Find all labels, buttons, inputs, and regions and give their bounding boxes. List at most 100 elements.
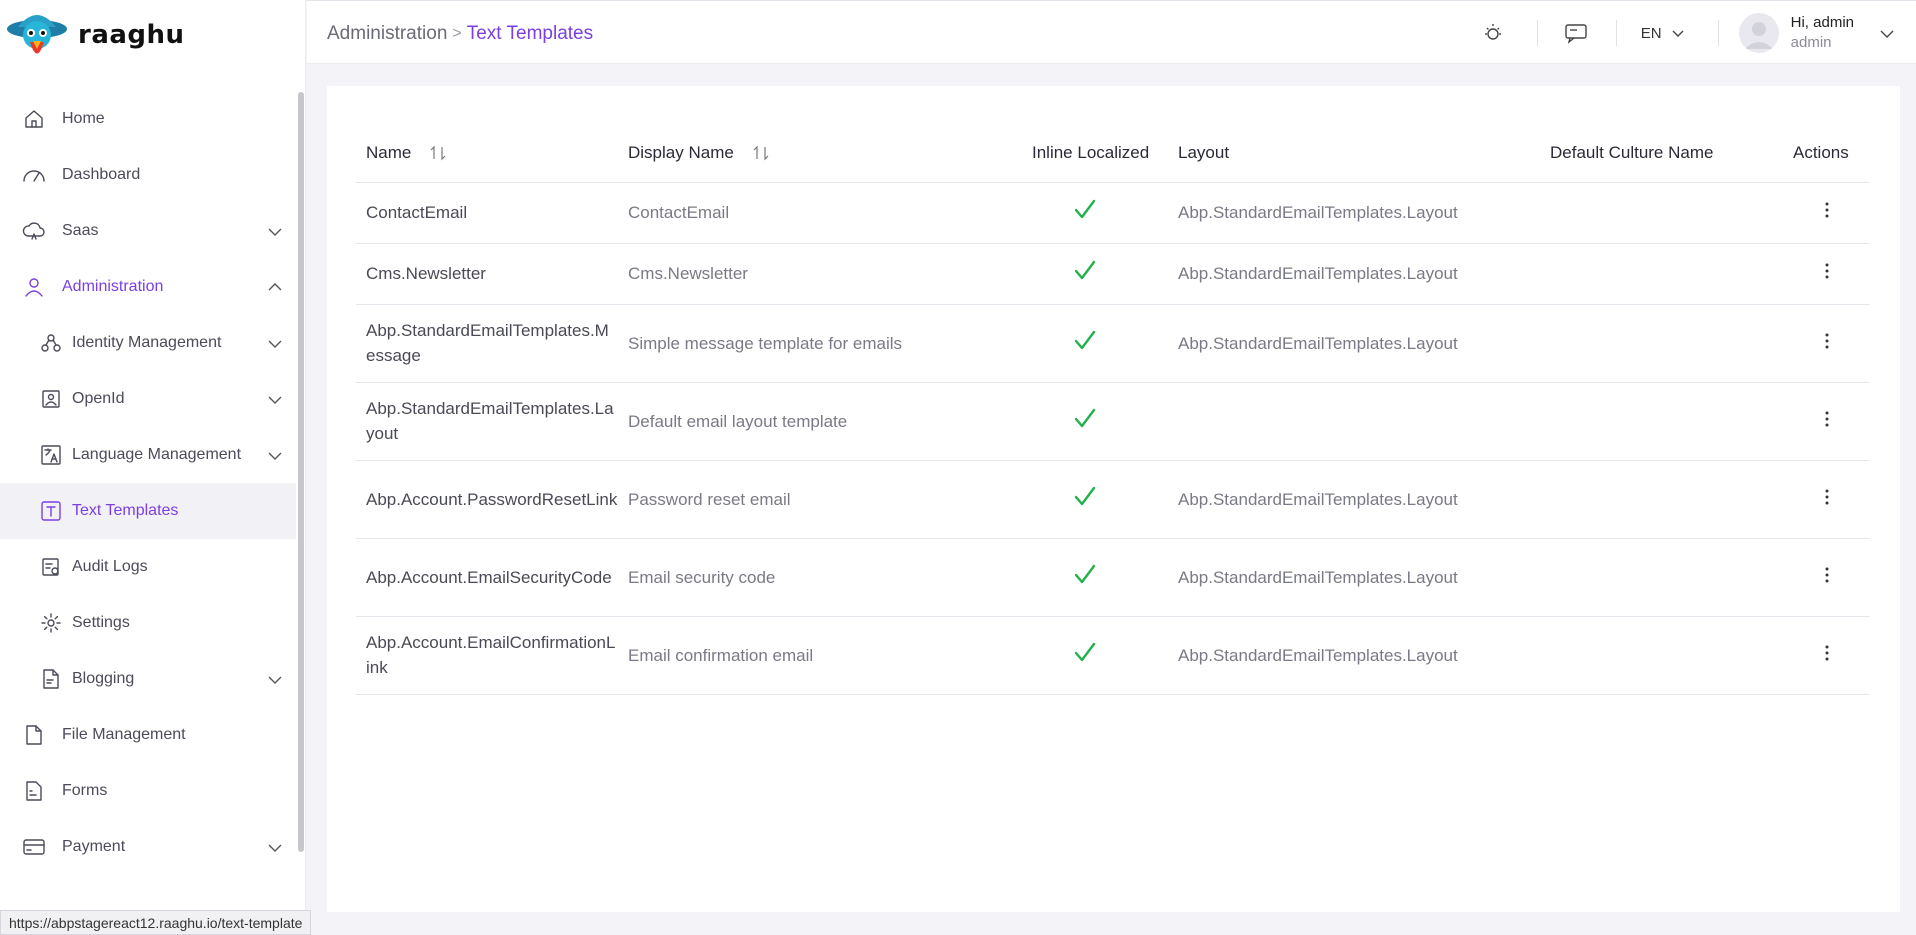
breadcrumb-parent[interactable]: Administration xyxy=(327,23,447,45)
cell-actions xyxy=(1783,616,1870,695)
sidebar-item-label: Payment xyxy=(62,838,126,855)
sidebar-item-forms[interactable]: Forms xyxy=(0,763,296,819)
check-icon xyxy=(1073,562,1097,586)
sidebar-item-label: Identity Management xyxy=(72,334,222,351)
user-icon xyxy=(22,275,46,299)
cell-default-culture-name xyxy=(1540,382,1783,461)
column-header-inline-localized: Inline Localized xyxy=(1002,124,1168,183)
gear-icon xyxy=(39,611,63,635)
sidebar-item-home[interactable]: Home xyxy=(0,91,296,147)
more-actions-icon[interactable] xyxy=(1824,409,1830,426)
sidebar-item-label: Dashboard xyxy=(62,166,141,183)
user-menu[interactable]: Hi, admin admin xyxy=(1738,13,1896,53)
chevron-down-icon[interactable] xyxy=(1878,24,1896,42)
sidebar-item-payment[interactable]: Payment xyxy=(0,819,296,875)
cell-default-culture-name xyxy=(1540,243,1783,305)
sidebar-item-openid[interactable]: OpenId xyxy=(0,371,296,427)
sort-icon[interactable] xyxy=(753,144,769,162)
sidebar-item-language-management[interactable]: Language Management xyxy=(0,427,296,483)
table-row[interactable]: ContactEmail ContactEmail Abp.StandardEmai… xyxy=(356,182,1870,244)
form-icon xyxy=(22,779,46,803)
divider xyxy=(1536,20,1538,46)
chevron-down-icon[interactable] xyxy=(266,334,284,352)
cell-default-culture-name xyxy=(1540,182,1783,244)
gauge-icon xyxy=(22,163,46,187)
column-header-name[interactable]: Name xyxy=(356,124,618,183)
sidebar-item-label: Administration xyxy=(62,278,164,295)
sidebar-item-file-management[interactable]: File Management xyxy=(0,707,296,763)
cell-display-name: Password reset email xyxy=(618,460,1002,539)
more-actions-icon[interactable] xyxy=(1824,261,1830,279)
column-header-default-culture-name: Default Culture Name xyxy=(1540,124,1783,183)
text-templates-table: Name Display Name Inline Localized Layou… xyxy=(356,124,1870,695)
chevron-down-icon[interactable] xyxy=(266,446,284,464)
sidebar-item-identity-management[interactable]: Identity Management xyxy=(0,315,296,371)
text-template-icon xyxy=(39,499,63,523)
table-row[interactable]: Abp.StandardEmailTemplates.Layout Default… xyxy=(356,382,1870,461)
sidebar-item-saas[interactable]: Saas xyxy=(0,203,296,259)
table-row[interactable]: Abp.Account.EmailConfirmationLink Email c… xyxy=(356,616,1870,695)
cell-display-name: Simple message template for emails xyxy=(618,304,1002,383)
sidebar-item-audit-logs[interactable]: Audit Logs xyxy=(0,539,296,595)
sidebar-item-label: Saas xyxy=(62,222,99,239)
users-network-icon xyxy=(39,331,63,355)
cell-name: Abp.Account.EmailConfirmationLink xyxy=(356,616,618,695)
chevron-down-icon[interactable] xyxy=(266,670,284,688)
sidebar-item-blogging[interactable]: Blogging xyxy=(0,651,296,707)
brand[interactable]: raaghu xyxy=(0,0,306,70)
sidebar-item-dashboard[interactable]: Dashboard xyxy=(0,147,296,203)
breadcrumb-current: Text Templates xyxy=(466,23,594,44)
table-row[interactable]: Abp.Account.PasswordResetLink Password re… xyxy=(356,460,1870,539)
cell-layout: Abp.StandardEmailTemplates.Layout xyxy=(1168,460,1540,539)
sidebar: raaghu Home Dashboard Saas Administration Id… xyxy=(0,0,306,935)
chevron-down-icon[interactable] xyxy=(266,838,284,856)
sort-icon[interactable] xyxy=(430,144,446,162)
theme-sun-icon[interactable] xyxy=(1481,21,1505,45)
text-templates-card: Name Display Name Inline Localized Layou… xyxy=(327,86,1900,912)
sidebar-nav: Home Dashboard Saas Administration Identity … xyxy=(0,91,296,875)
brand-name: raaghu xyxy=(78,20,185,50)
cell-name: Abp.StandardEmailTemplates.Layout xyxy=(356,382,618,461)
check-icon xyxy=(1073,406,1097,430)
sidebar-item-label: Settings xyxy=(72,614,130,631)
cell-default-culture-name xyxy=(1540,304,1783,383)
cell-name: ContactEmail xyxy=(356,182,618,244)
check-icon xyxy=(1073,197,1097,221)
avatar[interactable] xyxy=(1738,13,1779,53)
chevron-down-icon[interactable] xyxy=(266,390,284,408)
cell-layout: Abp.StandardEmailTemplates.Layout xyxy=(1168,538,1540,617)
home-icon xyxy=(22,107,46,131)
check-icon xyxy=(1073,484,1097,508)
sidebar-item-text-templates[interactable]: Text Templates xyxy=(0,483,296,539)
sidebar-scrollbar[interactable] xyxy=(298,92,304,852)
sidebar-item-administration[interactable]: Administration xyxy=(0,259,296,315)
cell-layout: Abp.StandardEmailTemplates.Layout xyxy=(1168,182,1540,244)
chevron-up-icon[interactable] xyxy=(266,278,284,296)
cell-default-culture-name xyxy=(1540,616,1783,695)
sidebar-item-label: OpenId xyxy=(72,390,125,407)
breadcrumb-separator: > xyxy=(452,25,462,42)
user-greeting: Hi, admin xyxy=(1790,14,1854,31)
cell-display-name: Cms.Newsletter xyxy=(618,243,1002,305)
column-header-actions: Actions xyxy=(1783,124,1870,183)
cell-default-culture-name xyxy=(1540,460,1783,539)
status-bar-url: https://abpstagereact12.raaghu.io/text-t… xyxy=(0,910,312,935)
table-row[interactable]: Abp.StandardEmailTemplates.Message Simple… xyxy=(356,304,1870,383)
column-header-layout: Layout xyxy=(1168,124,1540,183)
language-selector[interactable]: EN xyxy=(1641,25,1686,42)
more-actions-icon[interactable] xyxy=(1824,331,1830,348)
more-actions-icon[interactable] xyxy=(1824,565,1830,582)
chevron-down-icon[interactable] xyxy=(266,222,284,240)
more-actions-icon[interactable] xyxy=(1824,487,1830,504)
sidebar-item-settings[interactable]: Settings xyxy=(0,595,296,651)
more-actions-icon[interactable] xyxy=(1824,643,1830,660)
more-actions-icon[interactable] xyxy=(1824,200,1830,218)
sidebar-item-label: Text Templates xyxy=(72,502,179,519)
column-header-display-name[interactable]: Display Name xyxy=(618,124,1002,183)
table-body: ContactEmail ContactEmail Abp.StandardEmai… xyxy=(356,182,1870,695)
cell-actions xyxy=(1783,182,1870,244)
table-row[interactable]: Abp.Account.EmailSecurityCode Email secur… xyxy=(356,538,1870,617)
chat-icon[interactable] xyxy=(1564,21,1588,45)
cell-inline-localized xyxy=(1002,538,1168,617)
table-row[interactable]: Cms.Newsletter Cms.Newsletter Abp.Standard… xyxy=(356,243,1870,305)
